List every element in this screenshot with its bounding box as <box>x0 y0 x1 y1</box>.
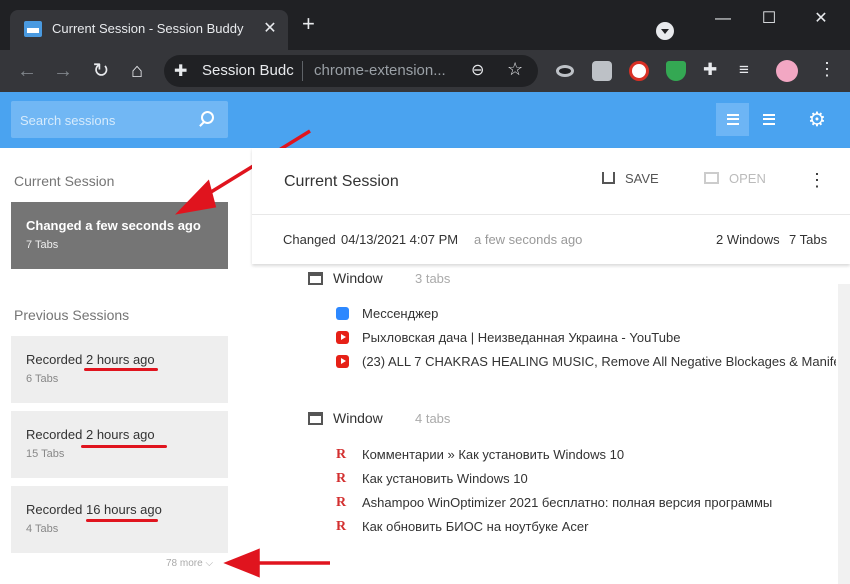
save-button[interactable]: SAVE <box>602 171 659 186</box>
open-button[interactable]: OPEN <box>704 171 766 186</box>
session-title: Current Session <box>284 173 399 190</box>
header-divider <box>252 214 850 215</box>
changed-relative-time: a few seconds ago <box>474 232 583 247</box>
open-label: OPEN <box>729 171 766 186</box>
annotation-arrows <box>174 129 330 578</box>
session-menu-icon[interactable]: ⋮ <box>808 170 826 191</box>
changed-label: Changed <box>283 232 336 247</box>
save-label: SAVE <box>625 171 659 186</box>
tabs-count: 7 Tabs <box>789 232 828 247</box>
windows-count: 2 Windows <box>716 232 780 247</box>
open-icon <box>704 172 719 184</box>
changed-date: 04/13/2021 4:07 PM <box>341 232 459 247</box>
save-icon <box>602 172 615 184</box>
annotation-arrow <box>223 548 330 578</box>
session-detail-header: Current Session SAVE OPEN ⋮ Changed 04/1… <box>252 148 850 264</box>
